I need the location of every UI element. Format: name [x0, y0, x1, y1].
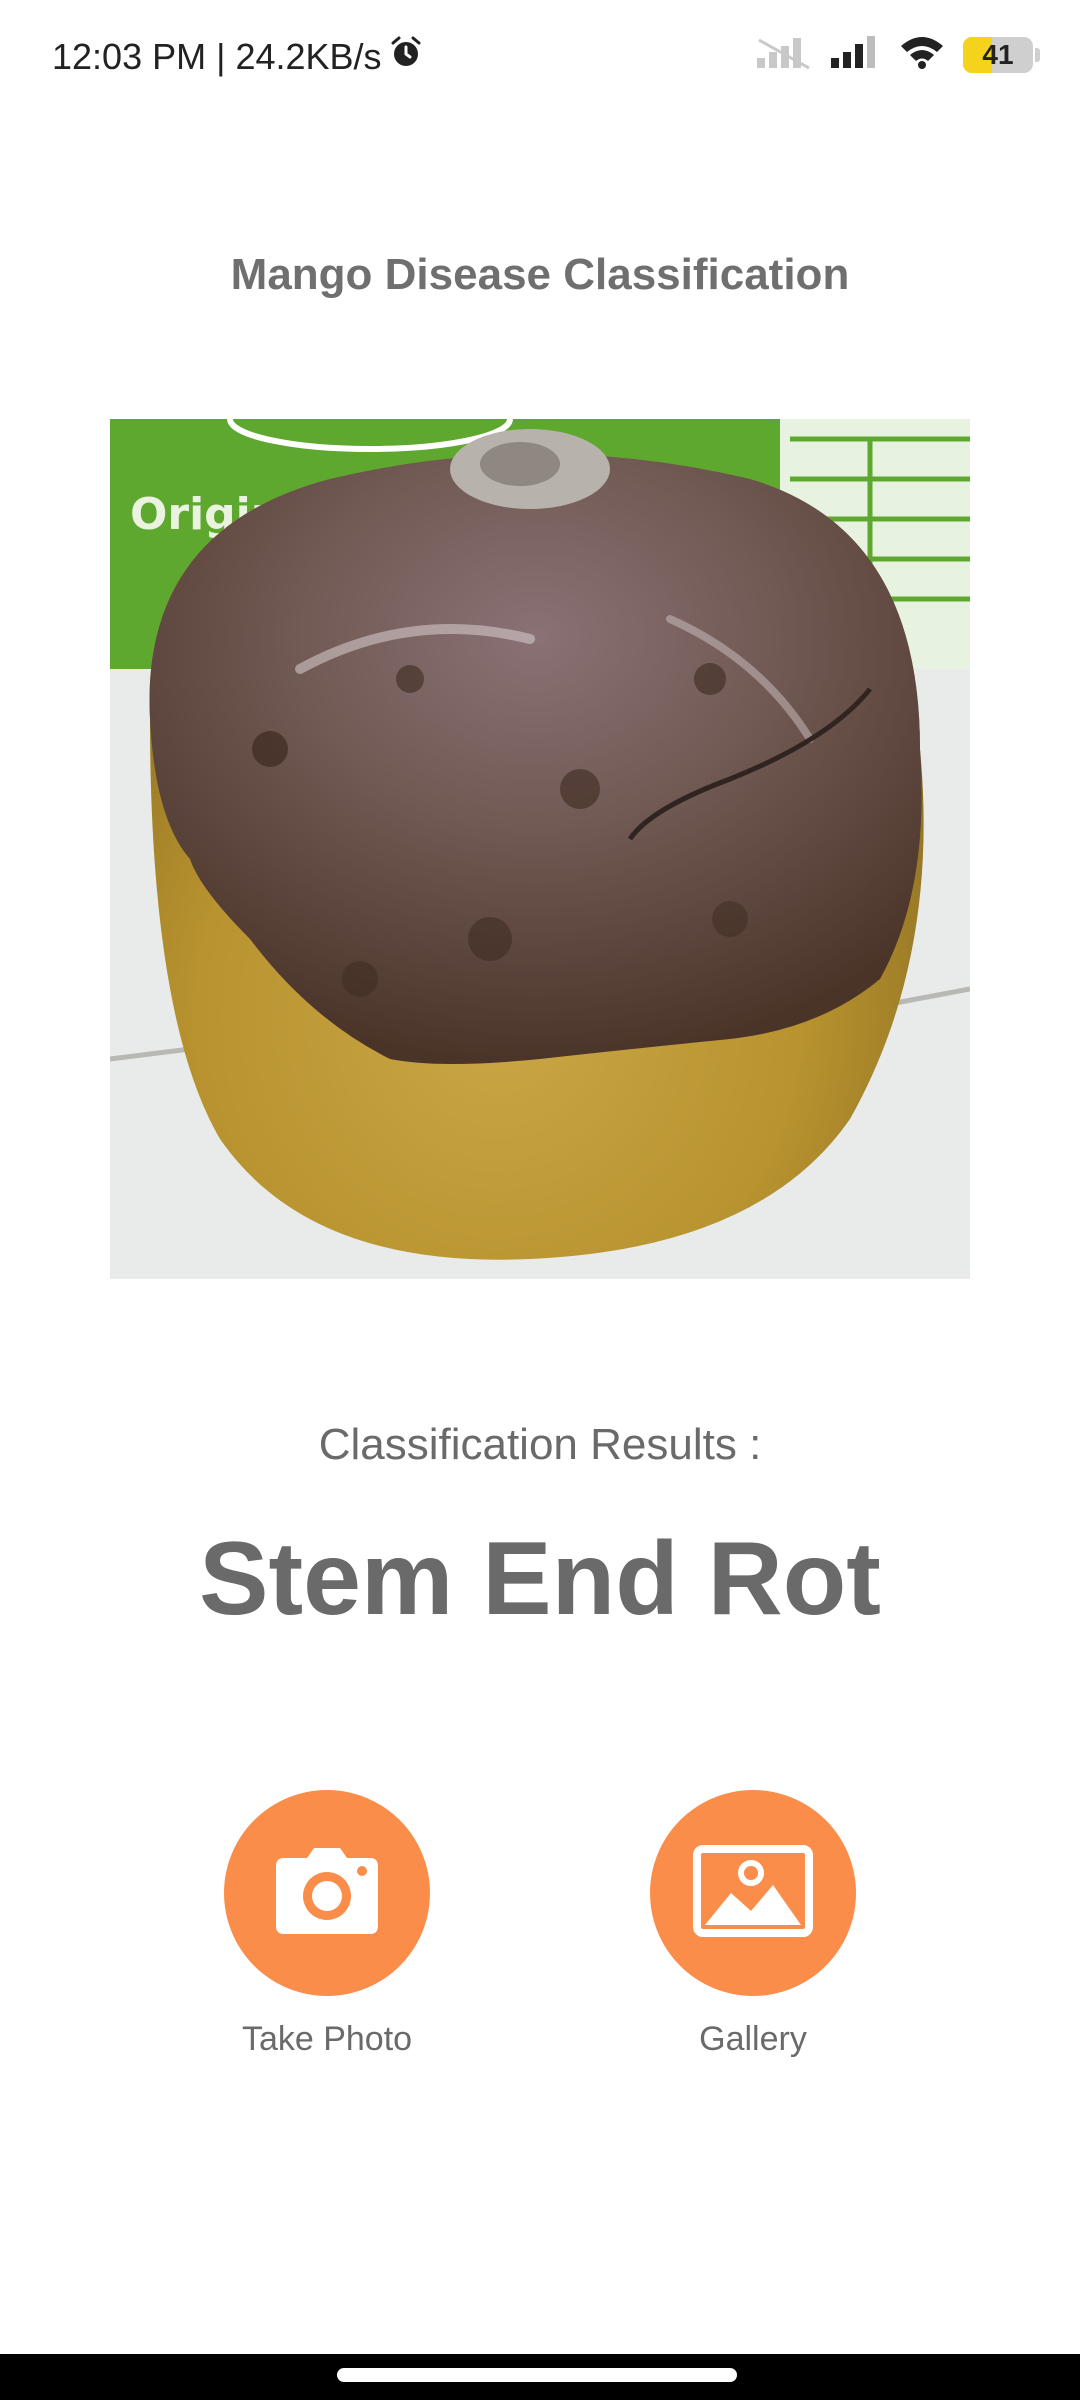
battery-body: 41 [963, 36, 1033, 73]
take-photo-action[interactable]: Take Photo [177, 1790, 477, 2059]
gallery-button[interactable] [650, 1790, 856, 1996]
take-photo-label: Take Photo [241, 2020, 413, 2058]
camera-icon [272, 1846, 382, 1941]
status-bar: 12:03 PM | 24.2KB/s 41 [0, 0, 1080, 116]
results-value: Stem End Rot [199, 1521, 881, 1637]
battery-tip [1035, 47, 1040, 62]
image-icon [693, 1844, 813, 1942]
wifi-icon [899, 34, 945, 75]
take-photo-button[interactable] [224, 1790, 430, 1996]
gallery-action[interactable]: Gallery [603, 1790, 903, 2059]
app-screen: 12:03 PM | 24.2KB/s 41 Mango Disease Cla… [0, 0, 1080, 2400]
signal-icon [755, 34, 811, 75]
battery-level: 41 [982, 38, 1014, 70]
signal-icon [829, 34, 881, 75]
alarm-icon [388, 34, 424, 79]
home-indicator[interactable] [337, 2368, 737, 2382]
navigation-bar [0, 2354, 1080, 2400]
status-right: 41 [755, 34, 1040, 75]
mango-photo: Origin [110, 419, 970, 1279]
time-and-speed: 12:03 PM | 24.2KB/s [52, 35, 382, 77]
gallery-label: Gallery [699, 2020, 807, 2058]
app-title: Mango Disease Classification [230, 250, 850, 299]
battery-icon: 41 [963, 36, 1040, 73]
status-left: 12:03 PM | 24.2KB/s [52, 34, 424, 79]
results-label: Classification Results : [318, 1420, 762, 1469]
